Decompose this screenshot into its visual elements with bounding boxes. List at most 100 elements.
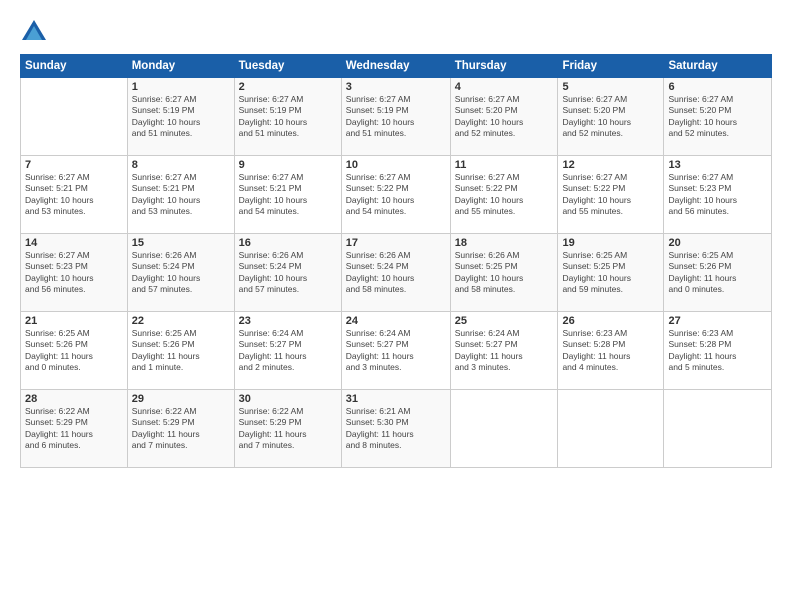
day-number: 19	[562, 237, 659, 249]
day-number: 31	[346, 393, 446, 405]
week-row-3: 14Sunrise: 6:27 AM Sunset: 5:23 PM Dayli…	[21, 234, 772, 312]
day-number: 1	[132, 81, 230, 93]
day-detail: Sunrise: 6:23 AM Sunset: 5:28 PM Dayligh…	[668, 328, 767, 374]
day-number: 2	[239, 81, 337, 93]
day-detail: Sunrise: 6:27 AM Sunset: 5:21 PM Dayligh…	[132, 172, 230, 218]
header-cell-saturday: Saturday	[664, 55, 772, 78]
day-detail: Sunrise: 6:27 AM Sunset: 5:22 PM Dayligh…	[455, 172, 554, 218]
header-cell-sunday: Sunday	[21, 55, 128, 78]
day-detail: Sunrise: 6:27 AM Sunset: 5:21 PM Dayligh…	[25, 172, 123, 218]
day-detail: Sunrise: 6:27 AM Sunset: 5:21 PM Dayligh…	[239, 172, 337, 218]
day-detail: Sunrise: 6:27 AM Sunset: 5:19 PM Dayligh…	[346, 94, 446, 140]
day-detail: Sunrise: 6:27 AM Sunset: 5:23 PM Dayligh…	[668, 172, 767, 218]
day-cell: 12Sunrise: 6:27 AM Sunset: 5:22 PM Dayli…	[558, 156, 664, 234]
day-number: 20	[668, 237, 767, 249]
day-cell: 27Sunrise: 6:23 AM Sunset: 5:28 PM Dayli…	[664, 312, 772, 390]
day-number: 3	[346, 81, 446, 93]
day-detail: Sunrise: 6:27 AM Sunset: 5:19 PM Dayligh…	[132, 94, 230, 140]
day-cell: 24Sunrise: 6:24 AM Sunset: 5:27 PM Dayli…	[341, 312, 450, 390]
day-detail: Sunrise: 6:22 AM Sunset: 5:29 PM Dayligh…	[239, 406, 337, 452]
day-cell	[21, 78, 128, 156]
day-cell: 31Sunrise: 6:21 AM Sunset: 5:30 PM Dayli…	[341, 390, 450, 468]
day-cell: 6Sunrise: 6:27 AM Sunset: 5:20 PM Daylig…	[664, 78, 772, 156]
day-detail: Sunrise: 6:22 AM Sunset: 5:29 PM Dayligh…	[25, 406, 123, 452]
day-detail: Sunrise: 6:27 AM Sunset: 5:22 PM Dayligh…	[562, 172, 659, 218]
day-cell: 2Sunrise: 6:27 AM Sunset: 5:19 PM Daylig…	[234, 78, 341, 156]
day-detail: Sunrise: 6:23 AM Sunset: 5:28 PM Dayligh…	[562, 328, 659, 374]
day-cell: 18Sunrise: 6:26 AM Sunset: 5:25 PM Dayli…	[450, 234, 558, 312]
day-detail: Sunrise: 6:24 AM Sunset: 5:27 PM Dayligh…	[239, 328, 337, 374]
day-cell: 11Sunrise: 6:27 AM Sunset: 5:22 PM Dayli…	[450, 156, 558, 234]
day-number: 12	[562, 159, 659, 171]
header-row: SundayMondayTuesdayWednesdayThursdayFrid…	[21, 55, 772, 78]
day-cell: 1Sunrise: 6:27 AM Sunset: 5:19 PM Daylig…	[127, 78, 234, 156]
day-number: 5	[562, 81, 659, 93]
day-number: 16	[239, 237, 337, 249]
day-detail: Sunrise: 6:27 AM Sunset: 5:20 PM Dayligh…	[668, 94, 767, 140]
header-cell-friday: Friday	[558, 55, 664, 78]
logo	[20, 18, 52, 46]
day-cell: 21Sunrise: 6:25 AM Sunset: 5:26 PM Dayli…	[21, 312, 128, 390]
day-number: 17	[346, 237, 446, 249]
day-detail: Sunrise: 6:26 AM Sunset: 5:24 PM Dayligh…	[132, 250, 230, 296]
day-cell: 3Sunrise: 6:27 AM Sunset: 5:19 PM Daylig…	[341, 78, 450, 156]
day-detail: Sunrise: 6:21 AM Sunset: 5:30 PM Dayligh…	[346, 406, 446, 452]
day-number: 10	[346, 159, 446, 171]
day-cell	[664, 390, 772, 468]
day-detail: Sunrise: 6:25 AM Sunset: 5:26 PM Dayligh…	[132, 328, 230, 374]
day-cell: 5Sunrise: 6:27 AM Sunset: 5:20 PM Daylig…	[558, 78, 664, 156]
header-cell-monday: Monday	[127, 55, 234, 78]
day-cell: 25Sunrise: 6:24 AM Sunset: 5:27 PM Dayli…	[450, 312, 558, 390]
day-number: 15	[132, 237, 230, 249]
day-cell: 29Sunrise: 6:22 AM Sunset: 5:29 PM Dayli…	[127, 390, 234, 468]
day-cell: 30Sunrise: 6:22 AM Sunset: 5:29 PM Dayli…	[234, 390, 341, 468]
day-detail: Sunrise: 6:24 AM Sunset: 5:27 PM Dayligh…	[455, 328, 554, 374]
page: SundayMondayTuesdayWednesdayThursdayFrid…	[0, 0, 792, 612]
day-number: 4	[455, 81, 554, 93]
day-detail: Sunrise: 6:27 AM Sunset: 5:20 PM Dayligh…	[562, 94, 659, 140]
day-number: 6	[668, 81, 767, 93]
day-number: 11	[455, 159, 554, 171]
day-cell	[558, 390, 664, 468]
day-cell: 28Sunrise: 6:22 AM Sunset: 5:29 PM Dayli…	[21, 390, 128, 468]
day-number: 7	[25, 159, 123, 171]
day-cell	[450, 390, 558, 468]
header-cell-thursday: Thursday	[450, 55, 558, 78]
day-number: 21	[25, 315, 123, 327]
header-cell-wednesday: Wednesday	[341, 55, 450, 78]
logo-icon	[20, 18, 48, 46]
day-cell: 8Sunrise: 6:27 AM Sunset: 5:21 PM Daylig…	[127, 156, 234, 234]
day-number: 22	[132, 315, 230, 327]
day-detail: Sunrise: 6:25 AM Sunset: 5:26 PM Dayligh…	[668, 250, 767, 296]
day-number: 13	[668, 159, 767, 171]
header-cell-tuesday: Tuesday	[234, 55, 341, 78]
day-cell: 13Sunrise: 6:27 AM Sunset: 5:23 PM Dayli…	[664, 156, 772, 234]
day-cell: 19Sunrise: 6:25 AM Sunset: 5:25 PM Dayli…	[558, 234, 664, 312]
week-row-1: 1Sunrise: 6:27 AM Sunset: 5:19 PM Daylig…	[21, 78, 772, 156]
day-number: 9	[239, 159, 337, 171]
day-detail: Sunrise: 6:27 AM Sunset: 5:20 PM Dayligh…	[455, 94, 554, 140]
calendar-table: SundayMondayTuesdayWednesdayThursdayFrid…	[20, 54, 772, 468]
day-number: 28	[25, 393, 123, 405]
day-cell: 17Sunrise: 6:26 AM Sunset: 5:24 PM Dayli…	[341, 234, 450, 312]
header	[20, 18, 772, 46]
day-detail: Sunrise: 6:22 AM Sunset: 5:29 PM Dayligh…	[132, 406, 230, 452]
day-cell: 16Sunrise: 6:26 AM Sunset: 5:24 PM Dayli…	[234, 234, 341, 312]
day-cell: 7Sunrise: 6:27 AM Sunset: 5:21 PM Daylig…	[21, 156, 128, 234]
day-cell: 22Sunrise: 6:25 AM Sunset: 5:26 PM Dayli…	[127, 312, 234, 390]
day-cell: 15Sunrise: 6:26 AM Sunset: 5:24 PM Dayli…	[127, 234, 234, 312]
day-detail: Sunrise: 6:26 AM Sunset: 5:24 PM Dayligh…	[346, 250, 446, 296]
week-row-5: 28Sunrise: 6:22 AM Sunset: 5:29 PM Dayli…	[21, 390, 772, 468]
day-number: 14	[25, 237, 123, 249]
day-cell: 23Sunrise: 6:24 AM Sunset: 5:27 PM Dayli…	[234, 312, 341, 390]
day-detail: Sunrise: 6:25 AM Sunset: 5:26 PM Dayligh…	[25, 328, 123, 374]
day-detail: Sunrise: 6:27 AM Sunset: 5:19 PM Dayligh…	[239, 94, 337, 140]
day-detail: Sunrise: 6:26 AM Sunset: 5:25 PM Dayligh…	[455, 250, 554, 296]
day-number: 25	[455, 315, 554, 327]
day-cell: 4Sunrise: 6:27 AM Sunset: 5:20 PM Daylig…	[450, 78, 558, 156]
day-number: 30	[239, 393, 337, 405]
day-cell: 9Sunrise: 6:27 AM Sunset: 5:21 PM Daylig…	[234, 156, 341, 234]
week-row-2: 7Sunrise: 6:27 AM Sunset: 5:21 PM Daylig…	[21, 156, 772, 234]
day-number: 23	[239, 315, 337, 327]
day-cell: 14Sunrise: 6:27 AM Sunset: 5:23 PM Dayli…	[21, 234, 128, 312]
